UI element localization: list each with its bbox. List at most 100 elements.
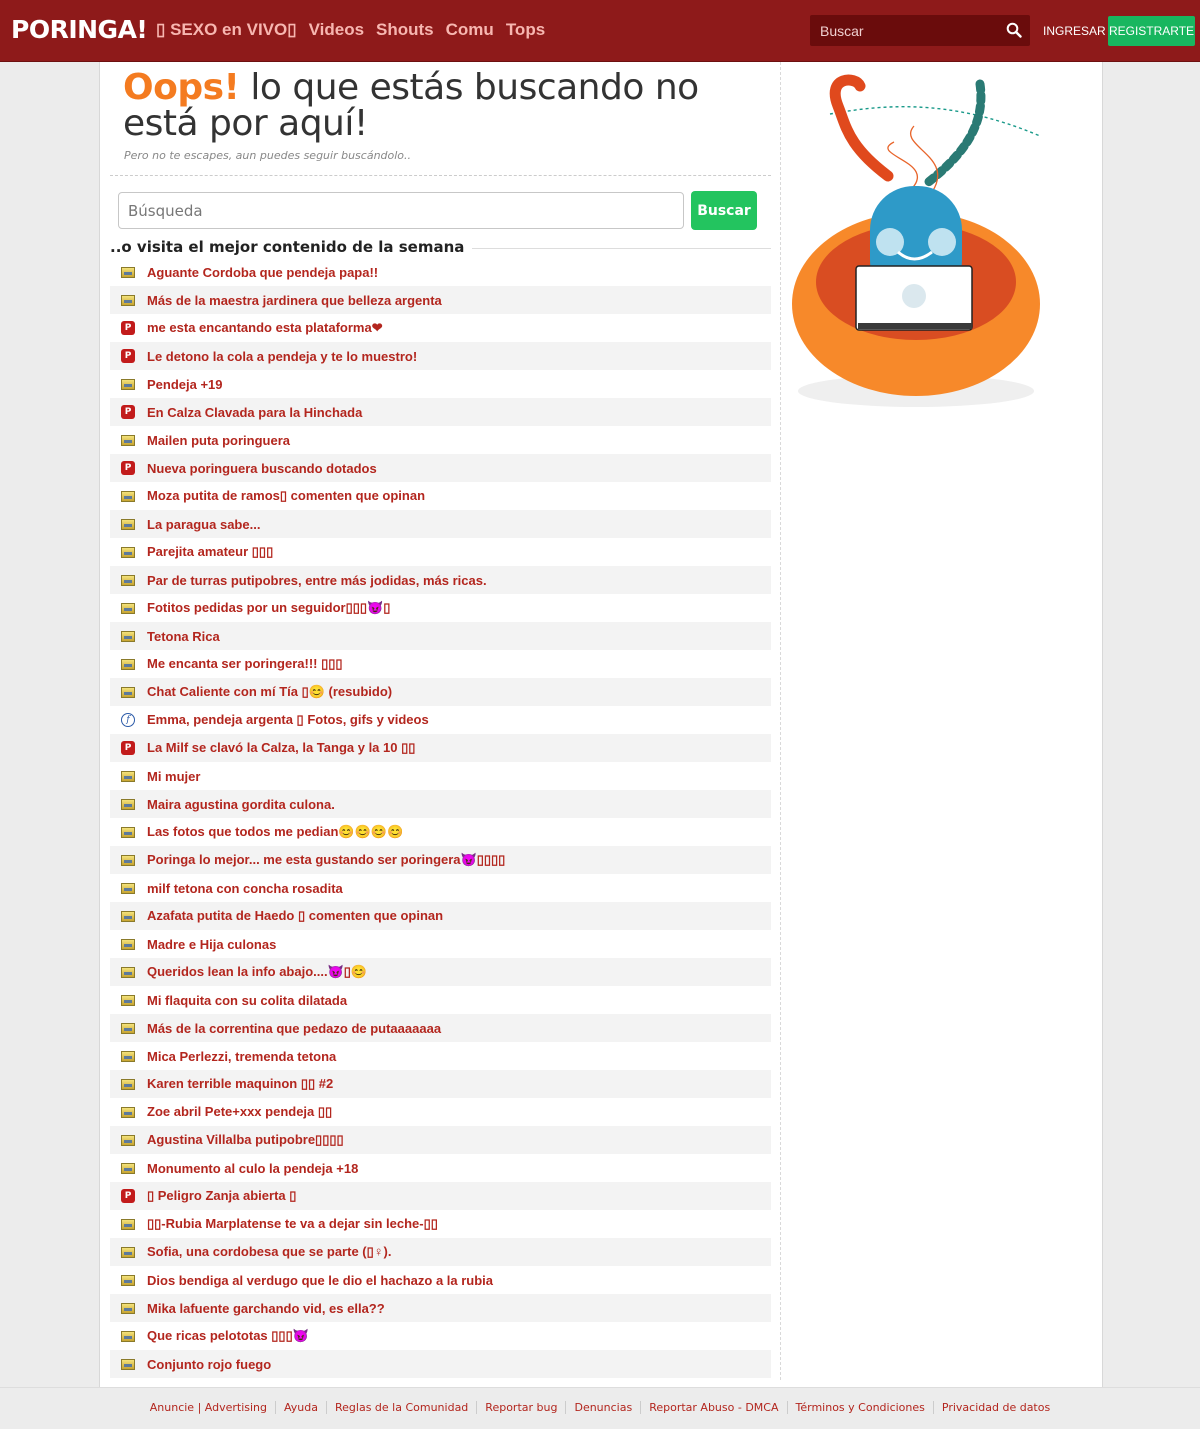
footer-link-reglas[interactable]: Reglas de la Comunidad [326, 1401, 476, 1414]
list-item[interactable]: Azafata putita de Haedo ▯ comenten que o… [110, 902, 771, 930]
post-link[interactable]: milf tetona con concha rosadita [147, 881, 343, 896]
list-item[interactable]: Mica Perlezzi, tremenda tetona [110, 1042, 771, 1070]
post-link[interactable]: Pendeja +19 [147, 377, 223, 392]
post-link[interactable]: Poringa lo mejor... me esta gustando ser… [147, 852, 505, 868]
post-link[interactable]: La Milf se clavó la Calza, la Tanga y la… [147, 740, 415, 756]
list-item[interactable]: Par de turras putipobres, entre más jodi… [110, 566, 771, 594]
post-link[interactable]: Karen terrible maquinon ▯▯ #2 [147, 1076, 333, 1092]
list-item[interactable]: P En Calza Clavada para la Hinchada [110, 398, 771, 426]
post-link[interactable]: Mi flaquita con su colita dilatada [147, 993, 347, 1008]
list-item[interactable]: Tetona Rica [110, 622, 771, 650]
post-link[interactable]: Tetona Rica [147, 629, 220, 644]
post-link[interactable]: Aguante Cordoba que pendeja papa!! [147, 265, 378, 280]
list-item[interactable]: P ▯ Peligro Zanja abierta ▯ [110, 1182, 771, 1210]
list-item[interactable]: Fotitos pedidas por un seguidor▯▯▯😈▯ [110, 594, 771, 622]
list-item[interactable]: Queridos lean la info abajo....😈▯😊 [110, 958, 771, 986]
list-item[interactable]: Las fotos que todos me pedian😊😊😊😊 [110, 818, 771, 846]
post-link[interactable]: me esta encantando esta plataforma❤ [147, 320, 383, 336]
nav-videos[interactable]: Videos [309, 18, 364, 42]
list-item[interactable]: Me encanta ser poringera!!! ▯▯▯ [110, 650, 771, 678]
nav-comu[interactable]: Comu [446, 18, 494, 42]
post-link[interactable]: Chat Caliente con mí Tía ▯😊 (resubido) [147, 684, 392, 700]
post-link[interactable]: Mi mujer [147, 769, 200, 784]
list-item[interactable]: Karen terrible maquinon ▯▯ #2 [110, 1070, 771, 1098]
post-link[interactable]: Maira agustina gordita culona. [147, 797, 335, 812]
post-link[interactable]: Moza putita de ramos▯ comenten que opina… [147, 488, 425, 504]
list-item[interactable]: Moza putita de ramos▯ comenten que opina… [110, 482, 771, 510]
nav-sexo-en-vivo[interactable]: ▯ SEXO en VIVO▯ [156, 18, 297, 42]
list-item[interactable]: Pendeja +19 [110, 370, 771, 398]
post-link[interactable]: Mika lafuente garchando vid, es ella?? [147, 1301, 385, 1316]
list-item[interactable]: Mailen puta poringuera [110, 426, 771, 454]
search-input[interactable] [118, 192, 684, 229]
footer-link-denuncias[interactable]: Denuncias [565, 1401, 640, 1414]
search-button[interactable]: Buscar [691, 191, 757, 230]
nav-tops[interactable]: Tops [506, 18, 545, 42]
list-item[interactable]: P La Milf se clavó la Calza, la Tanga y l… [110, 734, 771, 762]
post-link[interactable]: Fotitos pedidas por un seguidor▯▯▯😈▯ [147, 600, 390, 616]
list-item[interactable]: Pme esta encantando esta plataforma❤ [110, 314, 771, 342]
post-link[interactable]: Queridos lean la info abajo....😈▯😊 [147, 964, 367, 980]
list-item[interactable]: Agustina Villalba putipobre▯▯▯▯ [110, 1126, 771, 1154]
post-link[interactable]: Más de la correntina que pedazo de putaa… [147, 1021, 441, 1036]
list-item[interactable]: Zoe abril Pete+xxx pendeja ▯▯ [110, 1098, 771, 1126]
post-link[interactable]: Conjunto rojo fuego [147, 1357, 271, 1372]
post-link[interactable]: Zoe abril Pete+xxx pendeja ▯▯ [147, 1104, 332, 1120]
post-link[interactable]: Las fotos que todos me pedian😊😊😊😊 [147, 824, 403, 840]
footer-link-terminos[interactable]: Términos y Condiciones [786, 1401, 933, 1414]
list-item[interactable]: Mika lafuente garchando vid, es ella?? [110, 1294, 771, 1322]
footer-link-advertising[interactable]: Anuncie | Advertising [142, 1401, 275, 1414]
list-item[interactable]: Mi flaquita con su colita dilatada [110, 986, 771, 1014]
post-link[interactable]: Emma, pendeja argenta ▯ Fotos, gifs y vi… [147, 712, 429, 728]
post-link[interactable]: Parejita amateur ▯▯▯ [147, 544, 273, 560]
site-logo[interactable]: PORINGA! [11, 13, 148, 47]
list-item[interactable]: Maira agustina gordita culona. [110, 790, 771, 818]
list-item[interactable]: Mi mujer [110, 762, 771, 790]
list-item[interactable]: Poringa lo mejor... me esta gustando ser… [110, 846, 771, 874]
post-link[interactable]: Agustina Villalba putipobre▯▯▯▯ [147, 1132, 344, 1148]
list-item[interactable]: Sofia, una cordobesa que se parte (▯♀). [110, 1238, 771, 1266]
search-icon[interactable] [1006, 22, 1022, 38]
list-item[interactable]: Dios bendiga al verdugo que le dio el ha… [110, 1266, 771, 1294]
list-item[interactable]: Que ricas pelototas ▯▯▯😈 [110, 1322, 771, 1350]
post-link[interactable]: En Calza Clavada para la Hinchada [147, 405, 362, 420]
post-link[interactable]: ▯▯-Rubia Marplatense te va a dejar sin l… [147, 1216, 438, 1232]
post-link[interactable]: Sofia, una cordobesa que se parte (▯♀). [147, 1244, 391, 1260]
list-item[interactable]: Monumento al culo la pendeja +18 [110, 1154, 771, 1182]
footer-link-dmca[interactable]: Reportar Abuso - DMCA [640, 1401, 786, 1414]
post-link[interactable]: Nueva poringuera buscando dotados [147, 461, 377, 476]
post-link[interactable]: Madre e Hija culonas [147, 937, 276, 952]
post-link[interactable]: Dios bendiga al verdugo que le dio el ha… [147, 1273, 493, 1288]
register-button[interactable]: REGISTRARTE [1108, 16, 1195, 46]
list-item[interactable]: f Emma, pendeja argenta ▯ Fotos, gifs y v… [110, 706, 771, 734]
header-search-input[interactable] [810, 15, 1010, 46]
list-item[interactable]: Madre e Hija culonas [110, 930, 771, 958]
footer-link-reportar-bug[interactable]: Reportar bug [476, 1401, 565, 1414]
post-link[interactable]: Que ricas pelototas ▯▯▯😈 [147, 1328, 309, 1344]
post-link[interactable]: Par de turras putipobres, entre más jodi… [147, 573, 487, 588]
list-item[interactable]: P Nueva poringuera buscando dotados [110, 454, 771, 482]
post-link[interactable]: Monumento al culo la pendeja +18 [147, 1161, 358, 1176]
list-item[interactable]: La paragua sabe... [110, 510, 771, 538]
login-link[interactable]: INGRESAR [1043, 24, 1106, 38]
post-link[interactable]: La paragua sabe... [147, 517, 260, 532]
post-link[interactable]: ▯ Peligro Zanja abierta ▯ [147, 1188, 296, 1204]
post-link[interactable]: Mailen puta poringuera [147, 433, 290, 448]
list-item[interactable]: Aguante Cordoba que pendeja papa!! [110, 258, 771, 286]
footer-link-privacidad[interactable]: Privacidad de datos [932, 1401, 1058, 1414]
post-link[interactable]: Azafata putita de Haedo ▯ comenten que o… [147, 908, 443, 924]
post-link[interactable]: Más de la maestra jardinera que belleza … [147, 293, 442, 308]
list-item[interactable]: Parejita amateur ▯▯▯ [110, 538, 771, 566]
list-item[interactable]: Más de la maestra jardinera que belleza … [110, 286, 771, 314]
list-item[interactable]: Más de la correntina que pedazo de putaa… [110, 1014, 771, 1042]
list-item[interactable]: P Le detono la cola a pendeja y te lo mue… [110, 342, 771, 370]
post-link[interactable]: Mica Perlezzi, tremenda tetona [147, 1049, 336, 1064]
post-link[interactable]: Me encanta ser poringera!!! ▯▯▯ [147, 656, 343, 672]
post-link[interactable]: Le detono la cola a pendeja y te lo mues… [147, 349, 417, 364]
list-item[interactable]: Conjunto rojo fuego [110, 1350, 771, 1378]
nav-shouts[interactable]: Shouts [376, 18, 434, 42]
list-item[interactable]: milf tetona con concha rosadita [110, 874, 771, 902]
list-item[interactable]: ▯▯-Rubia Marplatense te va a dejar sin l… [110, 1210, 771, 1238]
list-item[interactable]: Chat Caliente con mí Tía ▯😊 (resubido) [110, 678, 771, 706]
footer-link-ayuda[interactable]: Ayuda [275, 1401, 326, 1414]
